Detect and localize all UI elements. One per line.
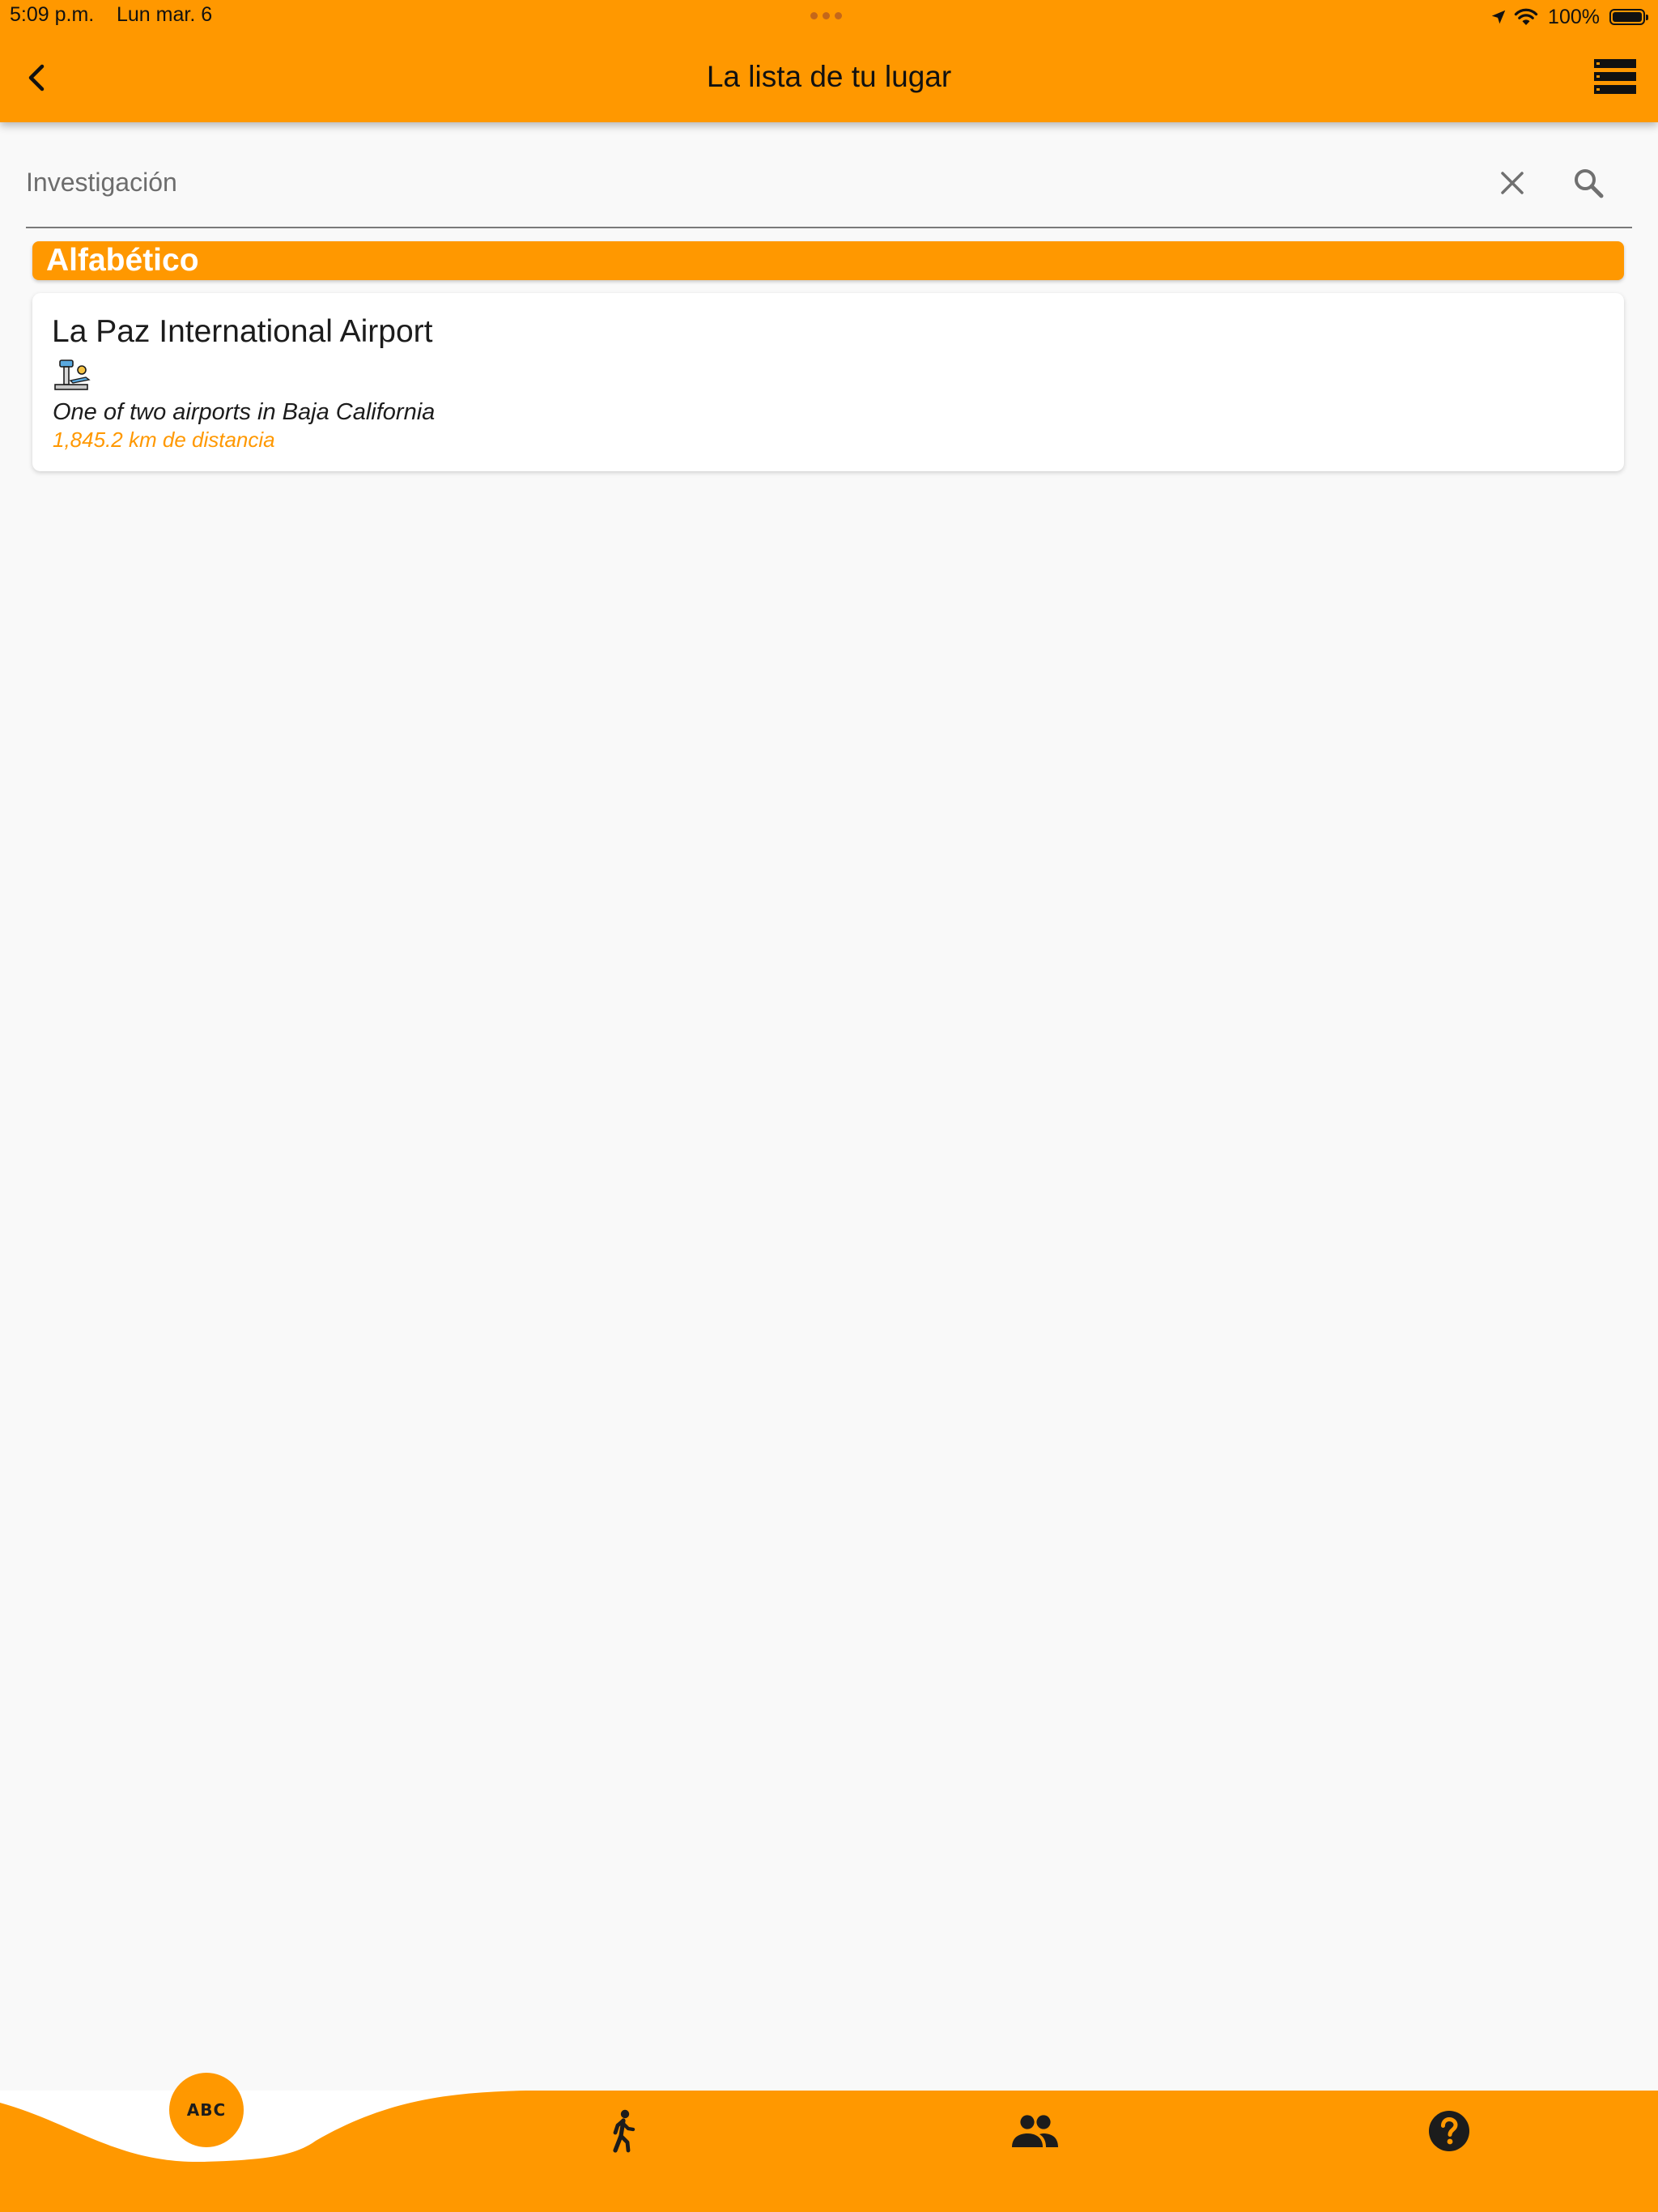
list-view-icon xyxy=(1594,59,1636,94)
place-name: La Paz International Airport xyxy=(52,314,433,349)
battery-percent: 100% xyxy=(1548,5,1600,28)
place-distance: 1,845.2 km de distancia xyxy=(53,428,275,452)
battery-icon xyxy=(1609,9,1648,25)
status-bar: 5:09 p.m. Lun mar. 6 100% xyxy=(0,0,1658,32)
people-icon xyxy=(1012,2115,1058,2147)
bottom-navigation xyxy=(0,2091,1658,2212)
search-icon xyxy=(1575,169,1604,198)
nav-help-button[interactable] xyxy=(1423,2105,1475,2157)
airport-icon xyxy=(53,358,91,392)
status-indicators: 100% xyxy=(1490,3,1648,31)
multitasking-dots[interactable] xyxy=(810,12,842,19)
nav-walking-button[interactable] xyxy=(596,2105,648,2157)
search-button[interactable] xyxy=(1564,159,1613,207)
nav-people-button[interactable] xyxy=(1009,2105,1061,2157)
page-title: La lista de tu lugar xyxy=(706,60,952,93)
wifi-icon xyxy=(1514,8,1538,25)
place-card[interactable]: La Paz International Airport One of two … xyxy=(32,293,1624,471)
status-date: Lun mar. 6 xyxy=(117,3,213,26)
help-icon xyxy=(1429,2111,1469,2151)
search-input[interactable] xyxy=(26,154,1467,211)
nav-abc-button[interactable]: ABC xyxy=(169,2073,244,2147)
app-bar: 5:09 p.m. Lun mar. 6 100% La lista de tu… xyxy=(0,0,1658,122)
search-bar xyxy=(26,146,1632,228)
close-icon xyxy=(1501,172,1524,194)
abc-label: ABC xyxy=(186,2100,227,2120)
place-description: One of two airports in Baja California xyxy=(53,399,436,425)
status-time: 5:09 p.m. xyxy=(10,3,95,26)
section-header: Alfabético xyxy=(32,241,1624,280)
walking-person-icon xyxy=(613,2109,636,2153)
clear-search-button[interactable] xyxy=(1490,160,1535,206)
list-view-button[interactable] xyxy=(1592,57,1638,97)
bottom-nav-background xyxy=(0,2091,1658,2212)
location-arrow-icon xyxy=(1491,10,1506,24)
